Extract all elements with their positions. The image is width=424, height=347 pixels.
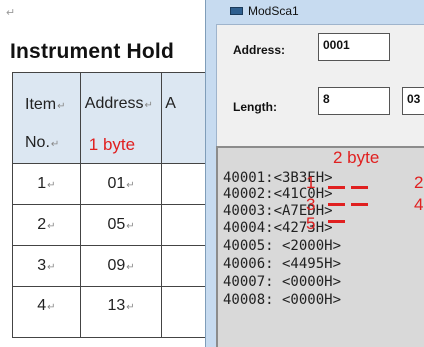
paragraph-mark-icon: ↵ (126, 221, 135, 232)
item-cell: 1 (37, 175, 47, 192)
annotation-number: 3 (306, 195, 316, 214)
address-cell: 01 (107, 175, 126, 192)
paragraph-mark-icon: ↵ (47, 221, 56, 232)
window-title: ModSca1 (248, 4, 299, 18)
header-no-label: No. (25, 134, 50, 151)
paragraph-mark-icon: ↵ (47, 262, 56, 273)
header-a-label: A (165, 95, 176, 112)
item-cell: 2 (37, 216, 47, 233)
paragraph-mark-icon: ↵ (126, 262, 135, 273)
address-cell: 05 (107, 216, 126, 233)
address-cell: 09 (107, 257, 126, 274)
paragraph-mark-icon: ↵ (47, 302, 56, 313)
paragraph-mark-icon: ↵ (144, 100, 153, 111)
length-input[interactable]: 8 (318, 87, 390, 115)
item-cell: 3 (37, 257, 47, 274)
table-row: 2↵ 05↵ (12, 204, 212, 246)
paragraph-mark-icon: ↵ (126, 302, 135, 313)
address-label: Address: (233, 43, 286, 57)
table-row: 4↵ 13↵ (12, 286, 212, 338)
annotation-number: 2 (414, 173, 424, 192)
register-line: 40003:<A7EDH> (223, 203, 333, 219)
paragraph-mark-icon: ↵ (6, 7, 16, 19)
paragraph-mark-icon: ↵ (47, 180, 56, 191)
modsca-window: ModSca1 Address: 0001 Length: 8 03 40001… (205, 0, 424, 347)
instrument-table: Item↵ No.↵ Address↵ 1 byte A 1↵ 01↵ 2↵ 0… (12, 72, 212, 338)
paragraph-mark-icon: ↵ (50, 139, 60, 150)
table-row: 1↵ 01↵ (12, 163, 212, 205)
register-line: 40007: <0000H> (223, 274, 342, 290)
register-line: 40001:<3B3EH> (223, 170, 333, 186)
document-title: Instrument Hold (10, 40, 174, 63)
address-cell: 13 (107, 297, 126, 314)
length-label: Length: (233, 100, 277, 114)
annotation-underline (328, 220, 345, 223)
table-header-row: Item↵ No.↵ Address↵ 1 byte A (12, 72, 212, 164)
app-icon (230, 7, 243, 15)
register-line: 40004:<4273H> (223, 220, 333, 236)
register-line: 40002:<41C0H> (223, 186, 333, 202)
device-id-input[interactable]: 03 (402, 87, 424, 115)
paragraph-mark-icon: ↵ (57, 101, 66, 112)
paragraph-mark-icon: ↵ (126, 180, 135, 191)
annotation-number: 4 (414, 195, 424, 214)
header-item-label: Item (25, 96, 57, 113)
register-line: 40008: <0000H> (223, 292, 342, 308)
header-address: Address↵ 1 byte (79, 72, 163, 164)
table-row: 3↵ 09↵ (12, 245, 212, 287)
byte-size-annotation: 1 byte (88, 135, 136, 154)
byte-size-annotation: 2 byte (333, 148, 380, 167)
register-line: 40006: <4495H> (223, 256, 342, 272)
address-input[interactable]: 0001 (318, 33, 390, 61)
word-document: ↵ Instrument Hold Item↵ No.↵ Address↵ 1 … (0, 0, 212, 347)
annotation-underline (351, 203, 368, 206)
header-item-no: Item↵ No.↵ (12, 72, 81, 164)
header-address-label: Address (84, 95, 144, 112)
annotation-number: 1 (306, 173, 316, 192)
register-line: 40005: <2000H> (223, 238, 342, 254)
settings-form: Address: 0001 Length: 8 03 (216, 24, 424, 149)
window-titlebar[interactable]: ModSca1 (206, 0, 424, 22)
annotation-number: 5 (306, 214, 316, 233)
item-cell: 4 (37, 297, 47, 314)
annotation-underline (351, 186, 368, 189)
annotation-underline (328, 203, 345, 206)
annotation-underline (328, 186, 345, 189)
